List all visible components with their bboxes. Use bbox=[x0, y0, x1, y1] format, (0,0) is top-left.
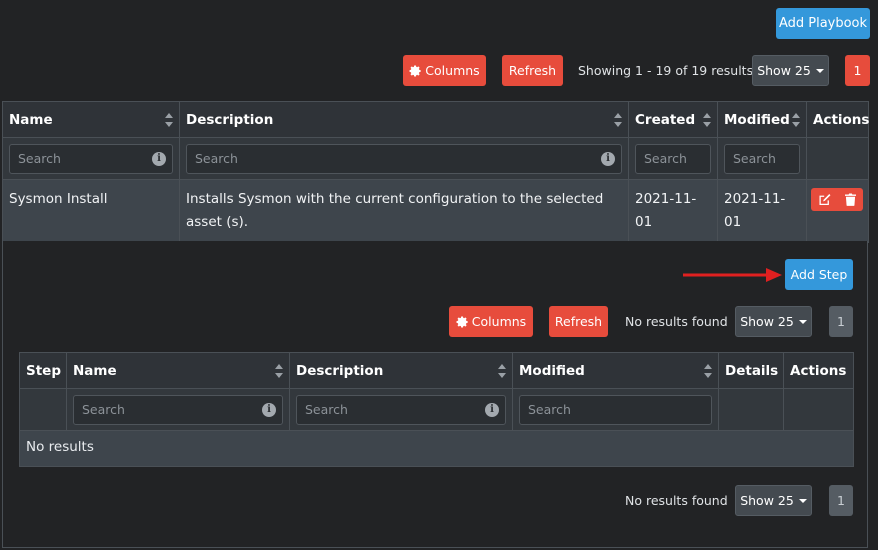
search-input[interactable] bbox=[10, 144, 172, 173]
steps-table: Step Name Description Modified Details A… bbox=[19, 352, 854, 467]
modified-search-field[interactable] bbox=[519, 394, 712, 425]
column-header-created[interactable]: Created bbox=[628, 101, 718, 138]
sort-icon[interactable] bbox=[165, 112, 173, 127]
steps-results-status: No results found bbox=[625, 314, 728, 329]
playbook-actions bbox=[806, 179, 869, 243]
info-icon: i bbox=[601, 151, 615, 166]
edit-icon[interactable] bbox=[818, 193, 832, 206]
add-playbook-button[interactable]: Add Playbook bbox=[776, 8, 870, 39]
column-header-details: Details bbox=[718, 352, 784, 389]
sort-icon[interactable] bbox=[498, 363, 506, 378]
page-1-button[interactable]: 1 bbox=[845, 55, 870, 86]
refresh-button[interactable]: Refresh bbox=[502, 55, 563, 86]
sort-icon[interactable] bbox=[704, 363, 712, 378]
gear-icon bbox=[456, 315, 468, 328]
columns-label: Columns bbox=[425, 63, 480, 78]
add-step-button[interactable]: Add Step bbox=[785, 259, 853, 290]
columns-button[interactable]: Columns bbox=[403, 55, 486, 86]
actions-filter-cell bbox=[783, 388, 854, 431]
steps-footer-status: No results found bbox=[625, 493, 728, 508]
search-input[interactable] bbox=[187, 144, 621, 173]
arrow-right-icon bbox=[683, 268, 782, 282]
column-header-modified[interactable]: Modified bbox=[512, 352, 719, 389]
results-count: Showing 1 - 19 of 19 results bbox=[578, 63, 754, 78]
sort-icon[interactable] bbox=[792, 112, 800, 127]
playbook-name: Sysmon Install bbox=[2, 179, 180, 243]
modified-search-field[interactable] bbox=[724, 143, 800, 174]
details-filter-cell bbox=[718, 388, 784, 431]
steps-page-size-dropdown[interactable]: Show 25 bbox=[735, 306, 812, 337]
column-header-modified[interactable]: Modified bbox=[717, 101, 807, 138]
playbook-modified: 2021-11-01 bbox=[717, 179, 807, 243]
trash-icon[interactable] bbox=[845, 193, 857, 206]
column-header-actions: Actions bbox=[806, 101, 869, 138]
column-header-description[interactable]: Description bbox=[289, 352, 513, 389]
column-header-description[interactable]: Description bbox=[179, 101, 629, 138]
page-size-dropdown[interactable]: Show 25 bbox=[752, 55, 829, 86]
info-icon: i bbox=[152, 151, 166, 166]
no-results-row: No results bbox=[19, 430, 854, 467]
page-size-label: Show 25 bbox=[757, 63, 811, 78]
no-results-text: No results bbox=[19, 430, 854, 467]
sort-icon[interactable] bbox=[614, 112, 622, 127]
steps-columns-button[interactable]: Columns bbox=[449, 306, 533, 337]
steps-footer-page-1-button[interactable]: 1 bbox=[829, 485, 853, 516]
column-header-name[interactable]: Name bbox=[2, 101, 180, 138]
steps-footer-page-size-dropdown[interactable]: Show 25 bbox=[735, 485, 812, 516]
column-header-step: Step bbox=[19, 352, 67, 389]
caret-down-icon bbox=[798, 498, 807, 503]
caret-down-icon bbox=[815, 68, 824, 73]
description-search-field[interactable]: i bbox=[186, 143, 622, 174]
search-input[interactable] bbox=[520, 395, 711, 424]
description-search-field[interactable]: i bbox=[296, 394, 506, 425]
name-search-field[interactable]: i bbox=[73, 394, 283, 425]
info-icon: i bbox=[485, 402, 499, 417]
playbook-description: Installs Sysmon with the current configu… bbox=[179, 179, 629, 243]
page-size-label: Show 25 bbox=[740, 493, 794, 508]
page-size-label: Show 25 bbox=[740, 314, 794, 329]
search-input[interactable] bbox=[74, 395, 282, 424]
name-search-field[interactable]: i bbox=[9, 143, 173, 174]
column-header-actions: Actions bbox=[783, 352, 854, 389]
info-icon: i bbox=[262, 402, 276, 417]
steps-refresh-button[interactable]: Refresh bbox=[549, 306, 608, 337]
sort-icon[interactable] bbox=[703, 112, 711, 127]
search-input[interactable] bbox=[297, 395, 505, 424]
column-header-name[interactable]: Name bbox=[66, 352, 290, 389]
created-search-field[interactable] bbox=[635, 143, 711, 174]
columns-label: Columns bbox=[471, 314, 527, 329]
step-filter-cell bbox=[19, 388, 67, 431]
actions-filter-cell bbox=[806, 137, 869, 180]
search-input[interactable] bbox=[636, 144, 710, 173]
gear-icon bbox=[409, 64, 421, 77]
sort-icon[interactable] bbox=[275, 363, 283, 378]
search-input[interactable] bbox=[725, 144, 799, 173]
steps-page-1-button[interactable]: 1 bbox=[829, 306, 853, 337]
caret-down-icon bbox=[798, 319, 807, 324]
playbook-created: 2021-11-01 bbox=[628, 179, 718, 243]
table-row[interactable]: Sysmon Install Installs Sysmon with the … bbox=[2, 179, 869, 243]
playbooks-table: Name Description Created Modified Action… bbox=[2, 101, 869, 243]
